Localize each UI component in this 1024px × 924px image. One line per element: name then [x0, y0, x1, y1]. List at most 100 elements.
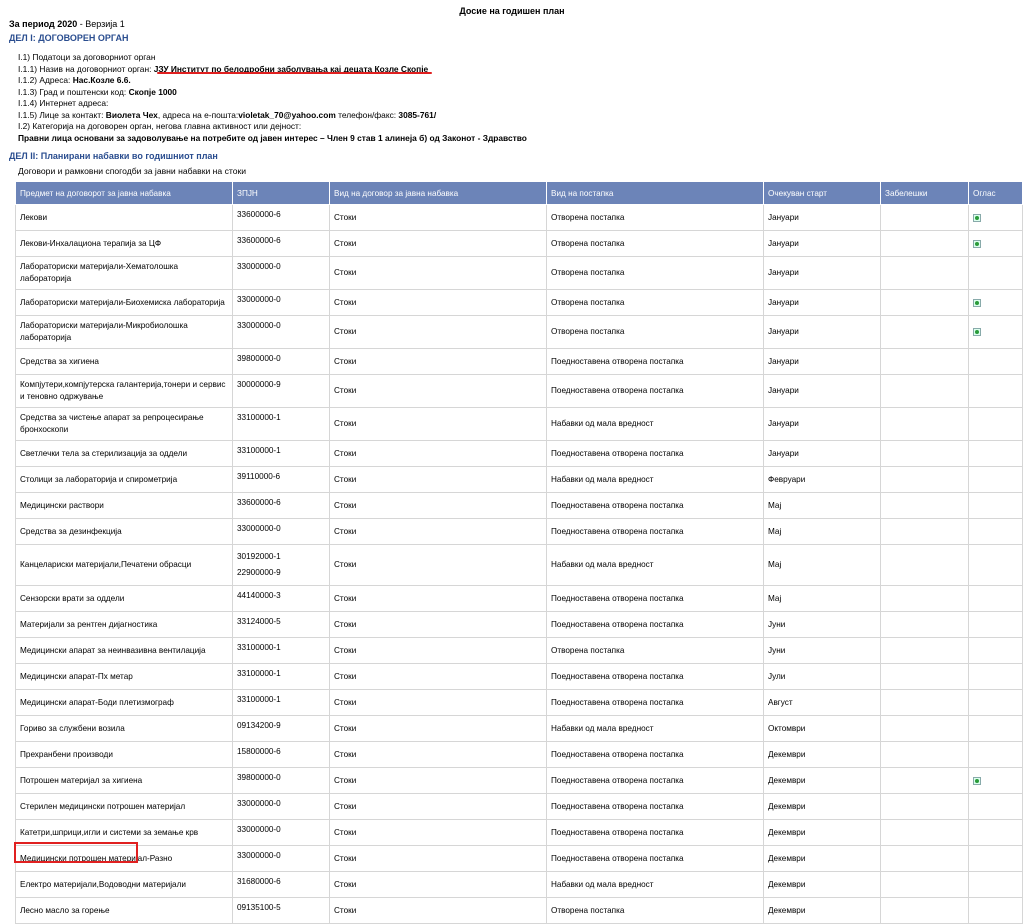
- part2-heading: ДЕЛ II: Планирани набавки во годишниот п…: [9, 151, 218, 161]
- cell-subject: Сензорски врати за оддели: [15, 585, 233, 612]
- cell-subject: Лекови: [15, 204, 233, 231]
- cell-start: Јануари: [763, 256, 881, 290]
- cell-cpv: 39800000-0: [232, 767, 330, 794]
- cell-subject: Столици за лабораторија и спирометрија: [15, 466, 233, 493]
- table-row: Медицински раствори 33600000-6 Стоки Поедно…: [15, 492, 1023, 519]
- info-line-1-2: I.1.2) Адреса: Нас.Козле 6.6.: [18, 75, 527, 87]
- cell-subject: Потрошен материјал за хигиена: [15, 767, 233, 794]
- cell-notes: [880, 741, 969, 768]
- cell-notes: [880, 767, 969, 794]
- cell-cpv: 33000000-0: [232, 315, 330, 349]
- cell-subject: Електро материјали,Водоводни материјали: [15, 871, 233, 898]
- cell-procedure: Поедноставена отворена постапка: [546, 793, 764, 820]
- cell-procedure: Отворена постапка: [546, 897, 764, 924]
- announcement-icon[interactable]: [973, 213, 981, 222]
- cell-notes: [880, 585, 969, 612]
- cell-cpv: 33000000-0: [232, 819, 330, 846]
- cell-contract-type: Стоки: [329, 715, 547, 742]
- part1-heading: ДЕЛ I: ДОГОВОРЕН ОРГАН: [9, 33, 129, 43]
- contact-phone: 3085-761/: [398, 109, 437, 120]
- cell-cpv: 33000000-0: [232, 256, 330, 290]
- cpv-code-secondary: 22900000-9: [237, 568, 281, 577]
- period-line: За период 2020 - Верзија 1: [9, 19, 125, 29]
- cell-ad: [968, 897, 1023, 924]
- announcement-icon[interactable]: [973, 776, 981, 785]
- cell-notes: [880, 315, 969, 349]
- cell-notes: [880, 256, 969, 290]
- cell-contract-type: Стоки: [329, 440, 547, 467]
- cell-procedure: Поедноставена отворена постапка: [546, 819, 764, 846]
- cell-notes: [880, 871, 969, 898]
- cell-contract-type: Стоки: [329, 315, 547, 349]
- cell-notes: [880, 440, 969, 467]
- announcement-icon[interactable]: [973, 328, 981, 336]
- cell-ad: [968, 871, 1023, 898]
- cell-subject: Медицински апарат-Боди плетизмограф: [15, 689, 233, 716]
- cell-start: Јануари: [763, 440, 881, 467]
- col-header-subject: Предмет на договорот за јавна набавка: [15, 181, 233, 205]
- cell-notes: [880, 289, 969, 316]
- cell-procedure: Набавки од мала вредност: [546, 407, 764, 441]
- category-value: Правни лица основани за задоволување на …: [18, 132, 527, 143]
- table-row: Медицински потрошен материјал-Разно 33000…: [15, 845, 1023, 872]
- cell-contract-type: Стоки: [329, 585, 547, 612]
- cell-subject: Гориво за службени возила: [15, 715, 233, 742]
- cell-start: Мај: [763, 492, 881, 519]
- cell-cpv: 33100000-1: [232, 689, 330, 716]
- table-row: Столици за лабораторија и спирометрија 39…: [15, 466, 1023, 493]
- cell-subject: Средства за дезинфекција: [15, 518, 233, 545]
- version-label: - Верзија 1: [77, 19, 125, 29]
- cell-start: Декември: [763, 897, 881, 924]
- cell-ad: [968, 315, 1023, 349]
- announcement-icon[interactable]: [973, 239, 981, 248]
- cell-subject: Компјутери,компјутерска галантерија,тоне…: [15, 374, 233, 408]
- cell-ad: [968, 741, 1023, 768]
- col-header-notes: Забелешки: [880, 181, 969, 205]
- org-name-label: I.1.1) Назив на договорниот орган:: [18, 63, 154, 74]
- cell-cpv: 09134200-9: [232, 715, 330, 742]
- cell-contract-type: Стоки: [329, 544, 547, 586]
- cell-ad: [968, 637, 1023, 664]
- cell-ad: [968, 466, 1023, 493]
- table-row: Компјутери,компјутерска галантерија,тоне…: [15, 374, 1023, 408]
- cell-ad: [968, 348, 1023, 375]
- info-block: I.1) Податоци за договорниот орган I.1.1…: [18, 52, 527, 144]
- cell-procedure: Отворена постапка: [546, 256, 764, 290]
- cell-cpv: 33600000-6: [232, 204, 330, 231]
- info-line-2-value: Правни лица основани за задоволување на …: [18, 133, 527, 145]
- table-row: Потрошен материјал за хигиена 39800000-0 С…: [15, 767, 1023, 794]
- cell-procedure: Поедноставена отворена постапка: [546, 689, 764, 716]
- cell-procedure: Поедноставена отворена постапка: [546, 518, 764, 545]
- cell-cpv: 44140000-3: [232, 585, 330, 612]
- cell-ad: [968, 585, 1023, 612]
- cell-contract-type: Стоки: [329, 871, 547, 898]
- cell-procedure: Поедноставена отворена постапка: [546, 611, 764, 638]
- table-row: Електро материјали,Водоводни материјали 3…: [15, 871, 1023, 898]
- contact-label: I.1.5) Лице за контакт:: [18, 109, 106, 120]
- announcement-icon[interactable]: [973, 298, 981, 307]
- cell-subject: Медицински апарат-Пх метар: [15, 663, 233, 690]
- address-value: Нас.Козле 6.6.: [72, 75, 131, 85]
- cell-cpv: 33100000-1: [232, 440, 330, 467]
- cell-subject: Медицински раствори: [15, 492, 233, 519]
- cell-start: Јануари: [763, 204, 881, 231]
- cell-contract-type: Стоки: [329, 663, 547, 690]
- cell-start: Мај: [763, 518, 881, 545]
- cell-contract-type: Стоки: [329, 204, 547, 231]
- cell-cpv: 33600000-6: [232, 230, 330, 257]
- cell-subject: Средства за чистење апарат за репроцесир…: [15, 407, 233, 441]
- cell-start: Декември: [763, 793, 881, 820]
- cell-start: Јануари: [763, 407, 881, 441]
- red-box-annotation: [14, 842, 138, 863]
- cell-cpv: 33600000-6: [232, 492, 330, 519]
- table-row: Медицински апарат-Пх метар 33100000-1 Сток…: [15, 663, 1023, 690]
- cell-contract-type: Стоки: [329, 741, 547, 768]
- cell-notes: [880, 897, 969, 924]
- cell-procedure: Поедноставена отворена постапка: [546, 767, 764, 794]
- cell-contract-type: Стоки: [329, 256, 547, 290]
- cell-cpv: 15800000-6: [232, 741, 330, 768]
- cell-procedure: Поедноставена отворена постапка: [546, 348, 764, 375]
- cell-contract-type: Стоки: [329, 767, 547, 794]
- cell-notes: [880, 374, 969, 408]
- cell-procedure: Отворена постапка: [546, 315, 764, 349]
